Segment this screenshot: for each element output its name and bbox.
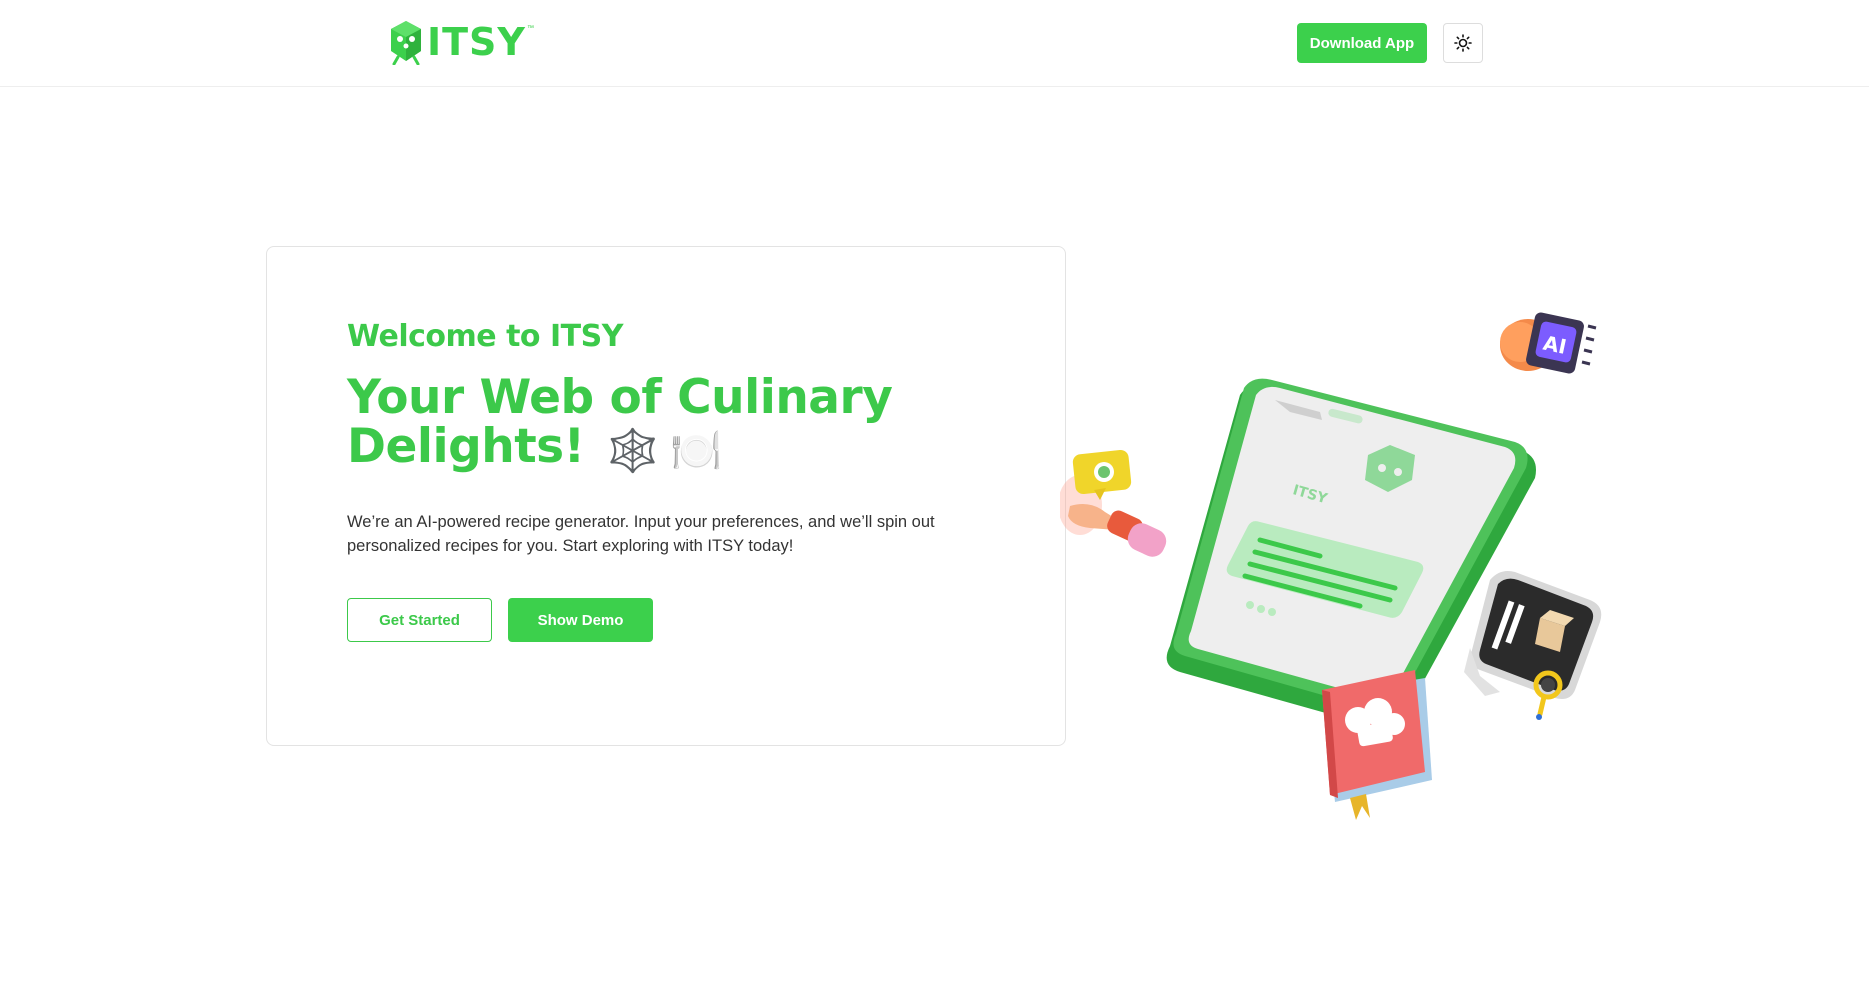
hero-headline: Your Web of Culinary Delights! 🕸️ 🍽️ [347,373,987,475]
package-tracking-illustration [1464,571,1602,720]
welcome-heading: Welcome to ITSY [347,319,623,354]
ai-chip-label: AI [1541,331,1568,359]
logo-wordmark: ITSY [427,20,526,64]
ai-chip-illustration: AI [1500,312,1597,374]
hero-description: We’re an AI-powered recipe generator. In… [347,513,935,555]
sun-icon [1454,34,1472,52]
spider-logo-icon [391,21,421,65]
download-app-button[interactable]: Download App [1297,23,1427,63]
hero-illustration: ITSY AI [1058,300,1620,830]
headline-emojis: 🕸️ 🍽️ [606,426,722,475]
spider-web-icon: 🕸️ [606,426,659,475]
phone-illustration: ITSY [1166,378,1536,728]
show-demo-button[interactable]: Show Demo [508,598,653,642]
trademark-symbol: ™ [526,25,534,32]
itsy-logo[interactable]: ITSY ™ [388,19,534,65]
theme-toggle-button[interactable] [1443,23,1483,63]
recipe-book-illustration [1322,670,1432,820]
get-started-button[interactable]: Get Started [347,598,492,642]
plate-cutlery-icon: 🍽️ [670,426,723,475]
hand-notification-illustration [1068,449,1167,557]
hero-card: Welcome to ITSY Your Web of Culinary Del… [266,246,1066,746]
top-navbar: ITSY ™ Download App [0,0,1869,87]
